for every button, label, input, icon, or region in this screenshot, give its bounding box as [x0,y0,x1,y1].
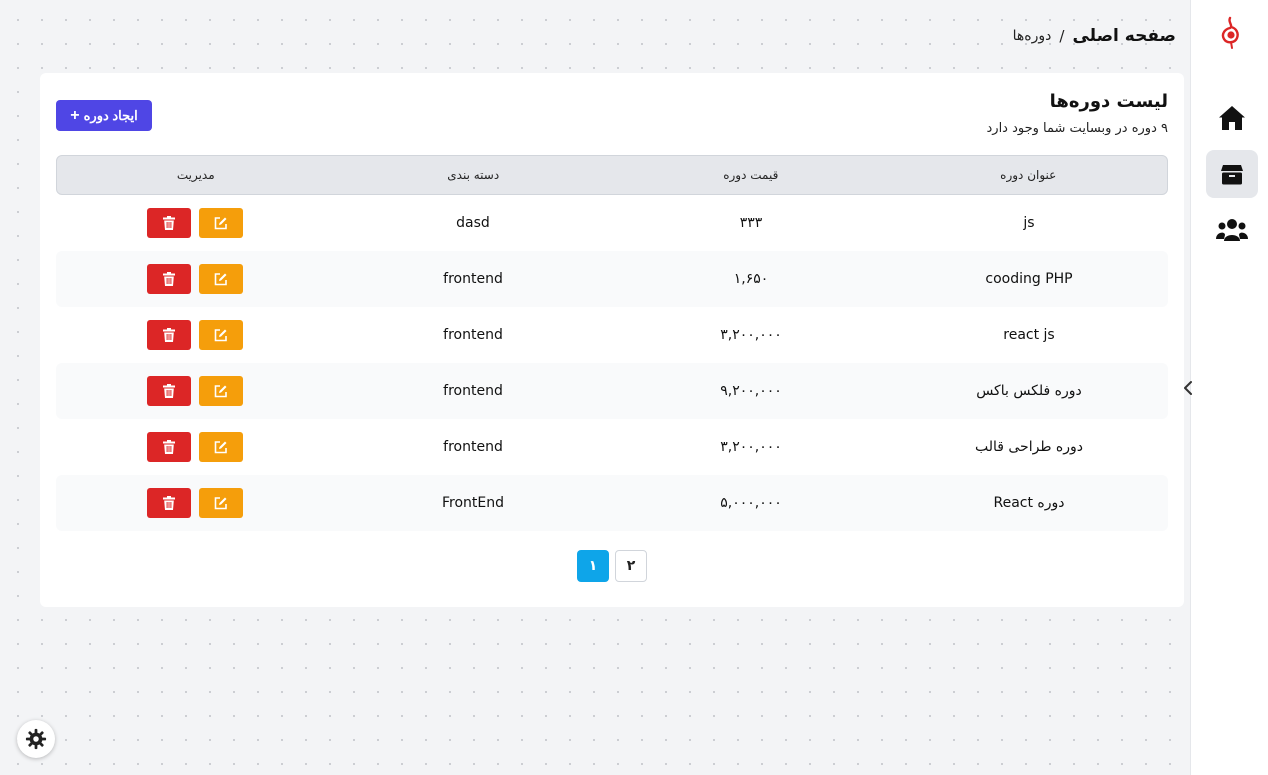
row-actions [56,208,334,238]
trash-icon [163,216,175,230]
course-category: dasd [456,215,490,231]
create-course-label: ایجاد دوره [83,107,138,123]
users-icon [1216,219,1248,241]
sidebar-item-users[interactable] [1206,206,1258,254]
trash-icon [163,440,175,454]
trash-icon [163,496,175,510]
header-price: قیمت دوره [723,168,779,182]
breadcrumb-home[interactable]: صفحه اصلی [1072,26,1176,46]
course-price: ۳۳۳ [739,215,763,231]
course-count-text: ۹ دوره در وبسایت شما وجود دارد [986,121,1169,136]
edit-button[interactable] [199,264,243,294]
course-price: ۹,۲۰۰,۰۰۰ [720,383,782,399]
course-title: دوره طراحی قالب [974,439,1084,455]
delete-button[interactable] [147,488,191,518]
delete-button[interactable] [147,320,191,350]
table-row: دوره فلکس باکس ۹,۲۰۰,۰۰۰ frontend [56,363,1168,419]
trash-icon [163,328,175,342]
course-price: ۱,۶۵۰ [733,271,769,287]
logo-icon[interactable] [1219,16,1241,50]
course-category: frontend [443,327,503,343]
table-row: cooding PHP ۱,۶۵۰ frontend [56,251,1168,307]
create-course-button[interactable]: ایجاد دوره + [56,100,152,131]
breadcrumb: صفحه اصلی / دوره‌ها [1013,26,1176,46]
page-button-1[interactable]: ۱ [577,550,609,582]
breadcrumb-separator: / [1059,27,1065,45]
course-title: دوره React [993,495,1065,511]
course-title: دوره فلکس باکس [976,383,1082,399]
trash-icon [163,272,175,286]
course-category: frontend [443,439,503,455]
course-price: ۳,۲۰۰,۰۰۰ [720,439,782,455]
course-title: js [1023,215,1035,231]
course-category: frontend [443,271,503,287]
course-price: ۳,۲۰۰,۰۰۰ [720,327,782,343]
delete-button[interactable] [147,208,191,238]
courses-table: عنوان دوره قیمت دوره دسته بندی مدیریت js… [56,155,1168,531]
sidebar [1190,0,1268,775]
edit-button[interactable] [199,376,243,406]
course-title: cooding PHP [985,271,1073,287]
page-title: لیست دوره‌ها [1049,91,1168,112]
edit-icon [214,441,227,454]
table-row: دوره طراحی قالب ۳,۲۰۰,۰۰۰ frontend [56,419,1168,475]
box-icon [1221,165,1243,185]
edit-icon [214,329,227,342]
table-header: عنوان دوره قیمت دوره دسته بندی مدیریت [56,155,1168,195]
delete-button[interactable] [147,432,191,462]
breadcrumb-current: دوره‌ها [1012,28,1052,44]
table-row: react js ۳,۲۰۰,۰۰۰ frontend [56,307,1168,363]
table-row: دوره React ۵,۰۰۰,۰۰۰ FrontEnd [56,475,1168,531]
course-price: ۵,۰۰۰,۰۰۰ [720,495,782,511]
header-title: عنوان دوره [1000,168,1057,182]
delete-button[interactable] [147,376,191,406]
gear-icon [25,728,47,750]
course-title: react js [1003,327,1055,343]
course-category: frontend [443,383,503,399]
row-actions [56,488,334,518]
chevron-left-icon [1184,381,1192,395]
row-actions [56,320,334,350]
page-button-2[interactable]: ۲ [615,550,647,582]
trash-icon [163,384,175,398]
plus-icon: + [70,106,80,124]
edit-button[interactable] [199,432,243,462]
edit-button[interactable] [199,320,243,350]
sidebar-item-home[interactable] [1206,94,1258,142]
edit-button[interactable] [199,488,243,518]
header-actions: مدیریت [176,168,215,182]
course-category: FrontEnd [441,495,504,511]
row-actions [56,432,334,462]
settings-button[interactable] [17,720,55,758]
row-actions [56,376,334,406]
edit-icon [214,217,227,230]
home-icon [1219,106,1245,130]
table-row: js ۳۳۳ dasd [56,195,1168,251]
row-actions [56,264,334,294]
delete-button[interactable] [147,264,191,294]
edit-icon [214,497,227,510]
edit-icon [214,385,227,398]
header-category: دسته بندی [447,168,500,182]
edit-icon [214,273,227,286]
pagination: ۱ ۲ [577,550,647,582]
edit-button[interactable] [199,208,243,238]
courses-card: لیست دوره‌ها ۹ دوره در وبسایت شما وجود د… [40,73,1184,607]
sidebar-item-courses[interactable] [1206,150,1258,198]
